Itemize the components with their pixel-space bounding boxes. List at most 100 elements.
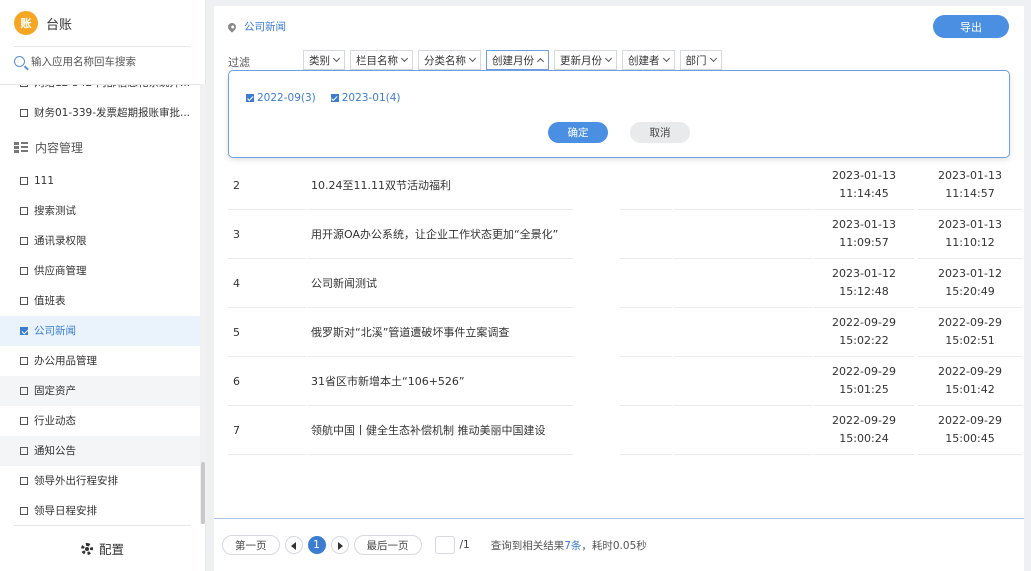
sidebar-item[interactable]: 行业动态 — [0, 406, 200, 436]
config-button[interactable]: 配置 — [14, 525, 191, 571]
row-number: 3 — [228, 210, 306, 259]
created-time-cell: 2023-01-13 11:14:45 — [814, 161, 914, 210]
month-option-2022-09[interactable]: 2022-09(3) — [246, 92, 316, 104]
month-option-label: 2023-01(4) — [341, 92, 401, 104]
last-page-button[interactable]: 最后一页 — [353, 535, 422, 555]
sidebar-scrollbar-thumb[interactable] — [201, 462, 205, 524]
filter-created-month[interactable]: 创建月份 — [486, 50, 549, 70]
filter-category[interactable]: 类别 — [303, 50, 345, 70]
export-button[interactable]: 导出 — [933, 15, 1009, 38]
sidebar-item[interactable]: 通知公告 — [0, 436, 200, 466]
chevron-up-icon — [536, 57, 545, 66]
checked-checkbox-icon — [330, 94, 339, 102]
sidebar: 账 台账 网络12-342-内部信息化系统开... 财务01-339-发票超期报… — [0, 0, 206, 571]
prev-page-icon[interactable] — [284, 536, 303, 554]
sidebar-item[interactable]: 领导日程安排 — [0, 496, 200, 524]
filter-chip-label: 创建者 — [628, 54, 660, 67]
table-row[interactable]: 2 10.24至11.11双节活动福利 2023-01-13 11:14:45 2023… — [228, 161, 1022, 210]
result-count: 7条 — [564, 539, 582, 552]
current-page[interactable]: 1 — [307, 536, 326, 554]
updated-time-cell: 2023-01-12 15:20:49 — [918, 259, 1022, 308]
filter-department[interactable]: 部门 — [679, 50, 722, 70]
chevron-down-icon — [662, 54, 670, 63]
created-time: 11:14:45 — [839, 187, 889, 200]
first-page-button[interactable]: 第一页 — [222, 535, 280, 555]
next-page-icon[interactable] — [330, 536, 349, 554]
breadcrumb-current[interactable]: 公司新闻 — [244, 19, 286, 34]
updated-time: 11:10:12 — [945, 236, 995, 249]
news-title-link[interactable]: 公司新闻测试 — [308, 259, 573, 308]
cancel-button[interactable]: 取消 — [630, 122, 690, 143]
filter-column-name[interactable]: 栏目名称 — [350, 50, 413, 70]
sidebar-item[interactable]: 111 — [0, 166, 200, 196]
app-search-input[interactable] — [31, 55, 181, 68]
news-title-link[interactable]: 领航中国丨健全生态补偿机制 推动美丽中国建设 — [308, 406, 573, 455]
sidebar-item[interactable]: 供应商管理 — [0, 256, 200, 286]
updated-date: 2023-01-13 — [938, 169, 1002, 182]
news-title-link[interactable]: 俄罗斯对“北溪”管道遭破坏事件立案调查 — [308, 308, 573, 357]
month-options: 2022-09(3) 2023-01(4) — [246, 92, 401, 104]
checked-checkbox-icon — [20, 327, 28, 335]
sidebar-item[interactable]: 办公用品管理 — [0, 346, 200, 376]
page-jump-input[interactable] — [434, 536, 455, 554]
sidebar-item[interactable]: 固定资产 — [0, 376, 200, 406]
sidebar-item[interactable]: 通讯录权限 — [0, 226, 200, 256]
sidebar-item[interactable]: 值班表 — [0, 286, 200, 316]
sidebar-item[interactable]: 财务01-339-发票超期报账审批... — [0, 98, 200, 128]
empty-cell — [674, 161, 812, 210]
sidebar-item-label: 供应商管理 — [34, 265, 87, 277]
table-row[interactable]: 3 用开源OA办公系统，让企业工作状态更加“全景化” 2023-01-13 11:09… — [228, 210, 1022, 259]
created-date: 2023-01-13 — [832, 169, 896, 182]
app-title: 台账 — [46, 17, 73, 33]
sidebar-item-label: 公司新闻 — [34, 325, 76, 337]
table-row[interactable]: 7 领航中国丨健全生态补偿机制 推动美丽中国建设 2022-09-29 15:00:2… — [228, 406, 1022, 455]
checkbox-icon — [20, 85, 28, 87]
created-time-cell: 2022-09-29 15:01:25 — [814, 357, 914, 406]
news-title-link[interactable]: 10.24至11.11双节活动福利 — [308, 161, 573, 210]
table-row[interactable]: 6 31省区市新增本土“106+526” 2022-09-29 15:01:25 202… — [228, 357, 1022, 406]
filter-bar: 类别 栏目名称 分类名称 创建月份 更新月份 创建者 部门 — [303, 50, 722, 70]
checkbox-icon — [20, 447, 28, 455]
news-title-link[interactable]: 用开源OA办公系统，让企业工作状态更加“全景化” — [308, 210, 573, 259]
checked-checkbox-icon — [246, 94, 254, 102]
breadcrumb: 公司新闻 — [226, 19, 286, 34]
sidebar-group-content-management[interactable]: 内容管理 — [0, 128, 200, 166]
created-time-cell: 2022-09-29 15:02:22 — [814, 308, 914, 357]
confirm-button[interactable]: 确定 — [548, 122, 608, 143]
result-prefix: 查询到相关结果 — [490, 539, 565, 552]
checkbox-icon — [20, 507, 28, 515]
empty-cell — [620, 357, 672, 406]
table-row[interactable]: 5 俄罗斯对“北溪”管道遭破坏事件立案调查 2022-09-29 15:02:22 20… — [228, 308, 1022, 357]
created-date: 2022-09-29 — [832, 365, 896, 378]
news-title-link[interactable]: 31省区市新增本土“106+526” — [308, 357, 573, 406]
news-table: 2 10.24至11.11双节活动福利 2023-01-13 11:14:45 2023… — [228, 161, 1022, 455]
sidebar-scroll-track[interactable] — [200, 84, 206, 524]
created-time: 15:02:22 — [839, 334, 889, 347]
empty-cell — [674, 259, 812, 308]
total-pages: /1 — [459, 539, 470, 551]
updated-date: 2022-09-29 — [938, 316, 1002, 329]
updated-time: 15:02:51 — [945, 334, 995, 347]
filter-creator[interactable]: 创建者 — [622, 50, 675, 70]
month-option-2023-01[interactable]: 2023-01(4) — [330, 92, 401, 104]
sidebar-group-label: 内容管理 — [35, 140, 84, 155]
sidebar-item[interactable]: 领导外出行程安排 — [0, 466, 200, 496]
sidebar-item-company-news[interactable]: 公司新闻 — [0, 316, 200, 346]
chevron-down-icon — [332, 54, 341, 63]
row-number: 2 — [228, 161, 306, 210]
result-summary: 查询到相关结果7条，耗时0.05秒 — [491, 538, 647, 553]
filter-updated-month[interactable]: 更新月份 — [554, 50, 617, 70]
empty-cell — [674, 308, 812, 357]
sidebar-item[interactable]: 网络12-342-内部信息化系统开... — [0, 85, 200, 98]
filter-classification-name[interactable]: 分类名称 — [418, 50, 481, 70]
chevron-down-icon — [709, 54, 717, 63]
table-row[interactable]: 4 公司新闻测试 2023-01-12 15:12:48 2023-01-12 15:20… — [228, 259, 1022, 308]
checkbox-icon — [20, 177, 28, 185]
filter-chip-label: 部门 — [685, 54, 707, 67]
app-logo-row[interactable]: 账 台账 — [14, 10, 72, 36]
updated-time: 15:01:42 — [945, 383, 995, 396]
created-time-cell: 2022-09-29 15:00:24 — [814, 406, 914, 455]
sidebar-item-label: 领导外出行程安排 — [34, 475, 118, 487]
main-panel: 公司新闻 导出 过滤 类别 栏目名称 分类名称 创建月份 更新月份 创建者 部门… — [214, 6, 1024, 571]
sidebar-item[interactable]: 搜索测试 — [0, 196, 200, 226]
